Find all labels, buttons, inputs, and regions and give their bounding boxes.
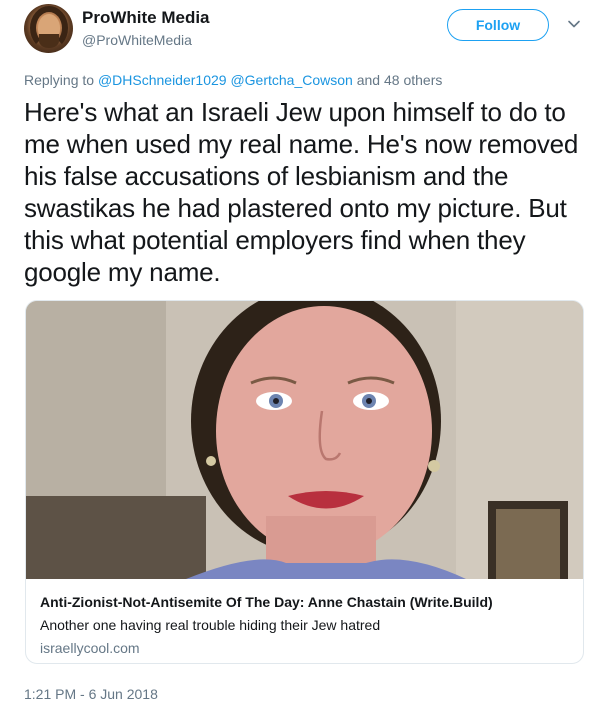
author-handle[interactable]: @ProWhiteMedia: [82, 32, 192, 48]
tweet: ProWhite Media @ProWhiteMedia Follow Rep…: [0, 0, 613, 703]
author-display-name[interactable]: ProWhite Media: [82, 8, 210, 28]
card-image[interactable]: [26, 301, 583, 579]
timestamp[interactable]: 1:21 PM - 6 Jun 2018: [24, 686, 158, 702]
tweet-text: Here's what an Israeli Jew upon himself …: [24, 97, 579, 287]
link-card[interactable]: Anti-Zionist-Not-Antisemite Of The Day: …: [25, 300, 584, 664]
follow-button[interactable]: Follow: [447, 9, 549, 41]
replying-to: Replying to @DHSchneider1029 @Gertcha_Co…: [24, 72, 442, 88]
replying-to-prefix: Replying to: [24, 72, 98, 88]
avatar[interactable]: [24, 4, 73, 53]
replying-to-suffix[interactable]: and 48 others: [353, 72, 443, 88]
card-title[interactable]: Anti-Zionist-Not-Antisemite Of The Day: …: [40, 594, 493, 610]
chevron-down-icon[interactable]: [566, 16, 582, 32]
mention-link-2[interactable]: @Gertcha_Cowson: [230, 72, 352, 88]
avatar-beard: [39, 34, 59, 48]
card-domain: israellycool.com: [40, 640, 140, 656]
card-description: Another one having real trouble hiding t…: [40, 617, 381, 633]
mention-link-1[interactable]: @DHSchneider1029: [98, 72, 227, 88]
card-photo: [26, 301, 583, 579]
